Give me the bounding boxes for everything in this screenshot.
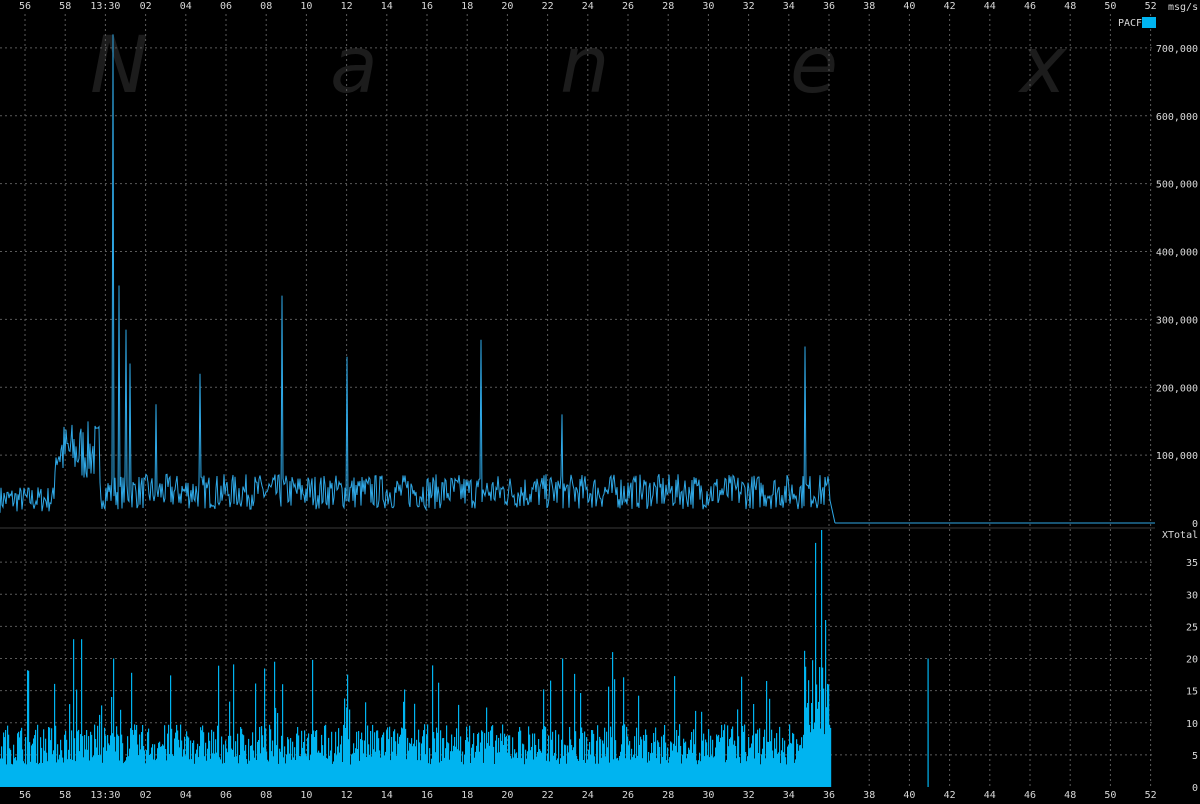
x-tick-label-top: 22 [542, 1, 554, 12]
y-tick-label-bottom: 15 [1186, 687, 1198, 698]
x-tick-label-bottom: 34 [783, 790, 795, 800]
x-tick-label-bottom: 46 [1024, 790, 1036, 800]
xtotal-bar-series [0, 530, 929, 787]
x-tick-label-top: 40 [903, 1, 915, 12]
x-tick-label-top: 58 [59, 1, 71, 12]
x-tick-label-top: 18 [461, 1, 473, 12]
x-tick-label-bottom: 06 [220, 790, 232, 800]
x-tick-label-bottom: 44 [984, 790, 996, 800]
x-tick-label-top: 42 [944, 1, 956, 12]
x-tick-label-bottom: 50 [1104, 790, 1116, 800]
x-tick-label-bottom: 26 [622, 790, 634, 800]
x-tick-label-top: 34 [783, 1, 795, 12]
x-tick-label-bottom: 04 [180, 790, 192, 800]
y-tick-label-top: 600,000 [1156, 112, 1198, 123]
x-tick-label-bottom: 16 [421, 790, 433, 800]
x-tick-label-bottom: 08 [260, 790, 272, 800]
x-tick-label-top: 06 [220, 1, 232, 12]
y-tick-label-top: 200,000 [1156, 383, 1198, 394]
x-tick-label-top: 02 [140, 1, 152, 12]
x-tick-label-bottom: 56 [19, 790, 31, 800]
watermark-letter: a [330, 21, 378, 111]
legend-swatch [1142, 17, 1156, 28]
x-tick-label-top: 24 [582, 1, 594, 12]
x-tick-label-bottom: 24 [582, 790, 594, 800]
y-tick-label-bottom: 30 [1186, 590, 1198, 601]
x-tick-label-bottom: 12 [341, 790, 353, 800]
x-tick-label-top: 10 [300, 1, 312, 12]
chart-svg: Na n e x 56 56 58 58 13:30 13:30 02 02 04 04 06 06 08 08… [0, 1, 1198, 801]
x-tick-label-top: 44 [984, 1, 996, 12]
x-tick-label-bottom: 42 [944, 790, 956, 800]
x-tick-label-top: 38 [863, 1, 875, 12]
y-tick-label-bottom: 0 [1192, 783, 1198, 794]
y-tick-label-top: 0 [1192, 519, 1198, 530]
xtotal-bar [830, 727, 832, 787]
y-tick-label-bottom: 20 [1186, 655, 1198, 666]
watermark: Na n e x [90, 21, 1067, 111]
x-tick-label-bottom: 28 [662, 790, 674, 800]
watermark-letter: N [90, 21, 148, 111]
chart-container: Na n e x 56 56 58 58 13:30 13:30 02 02 04 04 06 06 08 08… [0, 0, 1200, 801]
y-tick-label-bottom: 35 [1186, 558, 1198, 569]
y-tick-label-top: 500,000 [1156, 180, 1198, 191]
y-tick-label-top: 300,000 [1156, 315, 1198, 326]
x-tick-label-bottom: 40 [903, 790, 915, 800]
y-tick-label-top: 700,000 [1156, 44, 1198, 55]
x-tick-label-top: 28 [662, 1, 674, 12]
x-tick-label-bottom: 14 [381, 790, 393, 800]
watermark-letter: n [560, 21, 609, 111]
top-y-axis-unit: msg/s [1168, 2, 1198, 13]
x-tick-label-top: 14 [381, 1, 393, 12]
x-tick-label-bottom: 20 [501, 790, 513, 800]
x-tick-label-top: 48 [1064, 1, 1076, 12]
watermark-letter: e [790, 21, 838, 111]
x-tick-label-top: 52 [1145, 1, 1157, 12]
x-tick-label-top: 36 [823, 1, 835, 12]
legend: PACF [1118, 17, 1156, 29]
x-tick-label-bottom: 22 [542, 790, 554, 800]
x-tick-label-top: 30 [702, 1, 714, 12]
x-tick-label-bottom: 58 [59, 790, 71, 800]
x-tick-label-bottom: 30 [702, 790, 714, 800]
axes: 56 56 58 58 13:30 13:30 02 02 04 04 06 06 08 08 10 10 12… [19, 1, 1198, 801]
grid-lines [0, 14, 1155, 787]
y-tick-label-bottom: 10 [1186, 719, 1198, 730]
x-tick-label-bottom: 18 [461, 790, 473, 800]
x-tick-label-bottom: 52 [1145, 790, 1157, 800]
x-tick-label-top: 56 [19, 1, 31, 12]
x-tick-label-top: 46 [1024, 1, 1036, 12]
x-tick-label-top: 16 [421, 1, 433, 12]
y-tick-label-top: 400,000 [1156, 248, 1198, 259]
x-tick-label-bottom: 38 [863, 790, 875, 800]
y-tick-label-top: 100,000 [1156, 451, 1198, 462]
xtotal-bar [927, 658, 929, 787]
x-tick-label-bottom: 02 [140, 790, 152, 800]
x-tick-label-top: 13:30 [90, 1, 120, 12]
bottom-y-axis-unit: XTotal [1162, 530, 1198, 541]
x-tick-label-bottom: 32 [743, 790, 755, 800]
y-tick-label-bottom: 5 [1192, 751, 1198, 762]
x-tick-label-top: 32 [743, 1, 755, 12]
x-tick-label-top: 50 [1104, 1, 1116, 12]
legend-label: PACF [1118, 18, 1142, 29]
x-tick-label-top: 12 [341, 1, 353, 12]
x-tick-label-bottom: 36 [823, 790, 835, 800]
x-tick-label-top: 08 [260, 1, 272, 12]
y-tick-label-bottom: 25 [1186, 622, 1198, 633]
x-tick-label-top: 26 [622, 1, 634, 12]
x-tick-label-bottom: 48 [1064, 790, 1076, 800]
x-tick-label-top: 20 [501, 1, 513, 12]
watermark-letter: x [1017, 21, 1067, 111]
x-tick-label-top: 04 [180, 1, 192, 12]
x-tick-label-bottom: 10 [300, 790, 312, 800]
x-tick-label-bottom: 13:30 [90, 790, 120, 800]
